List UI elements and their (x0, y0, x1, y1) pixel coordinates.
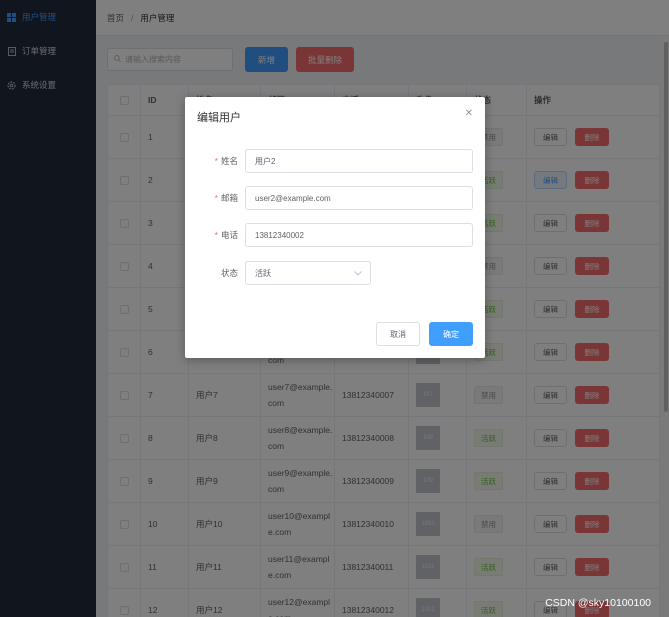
form-row-status: 状态 活跃 (185, 261, 371, 285)
edit-user-dialog: 编辑用户 ✕ * 姓名 用户2 * 邮箱 user2@example.com * 电话… (185, 97, 485, 358)
email-label: * 邮箱 (214, 193, 238, 203)
chevron-down-icon (354, 269, 362, 278)
phone-field[interactable]: 13812340002 (245, 223, 473, 247)
status-label: 状态 (220, 268, 238, 278)
dialog-footer: 取消 确定 (376, 322, 473, 346)
close-icon[interactable]: ✕ (465, 108, 473, 119)
phone-label-text: 电话 (220, 230, 238, 240)
form-row-email: * 邮箱 user2@example.com (185, 186, 473, 210)
name-field[interactable]: 用户2 (245, 149, 473, 173)
name-label: * 姓名 (214, 156, 238, 166)
confirm-button[interactable]: 确定 (429, 322, 473, 346)
email-field[interactable]: user2@example.com (245, 186, 473, 210)
name-label-text: 姓名 (220, 156, 238, 166)
form-row-phone: * 电话 13812340002 (185, 223, 473, 247)
status-select-value: 活跃 (255, 268, 271, 278)
watermark: CSDN @sky10100100 (545, 597, 651, 609)
phone-label: * 电话 (214, 230, 238, 240)
form-row-name: * 姓名 用户2 (185, 149, 473, 173)
email-label-text: 邮箱 (220, 193, 238, 203)
dialog-title: 编辑用户 (197, 112, 241, 124)
status-select[interactable]: 活跃 (245, 261, 371, 285)
cancel-button[interactable]: 取消 (376, 322, 420, 346)
